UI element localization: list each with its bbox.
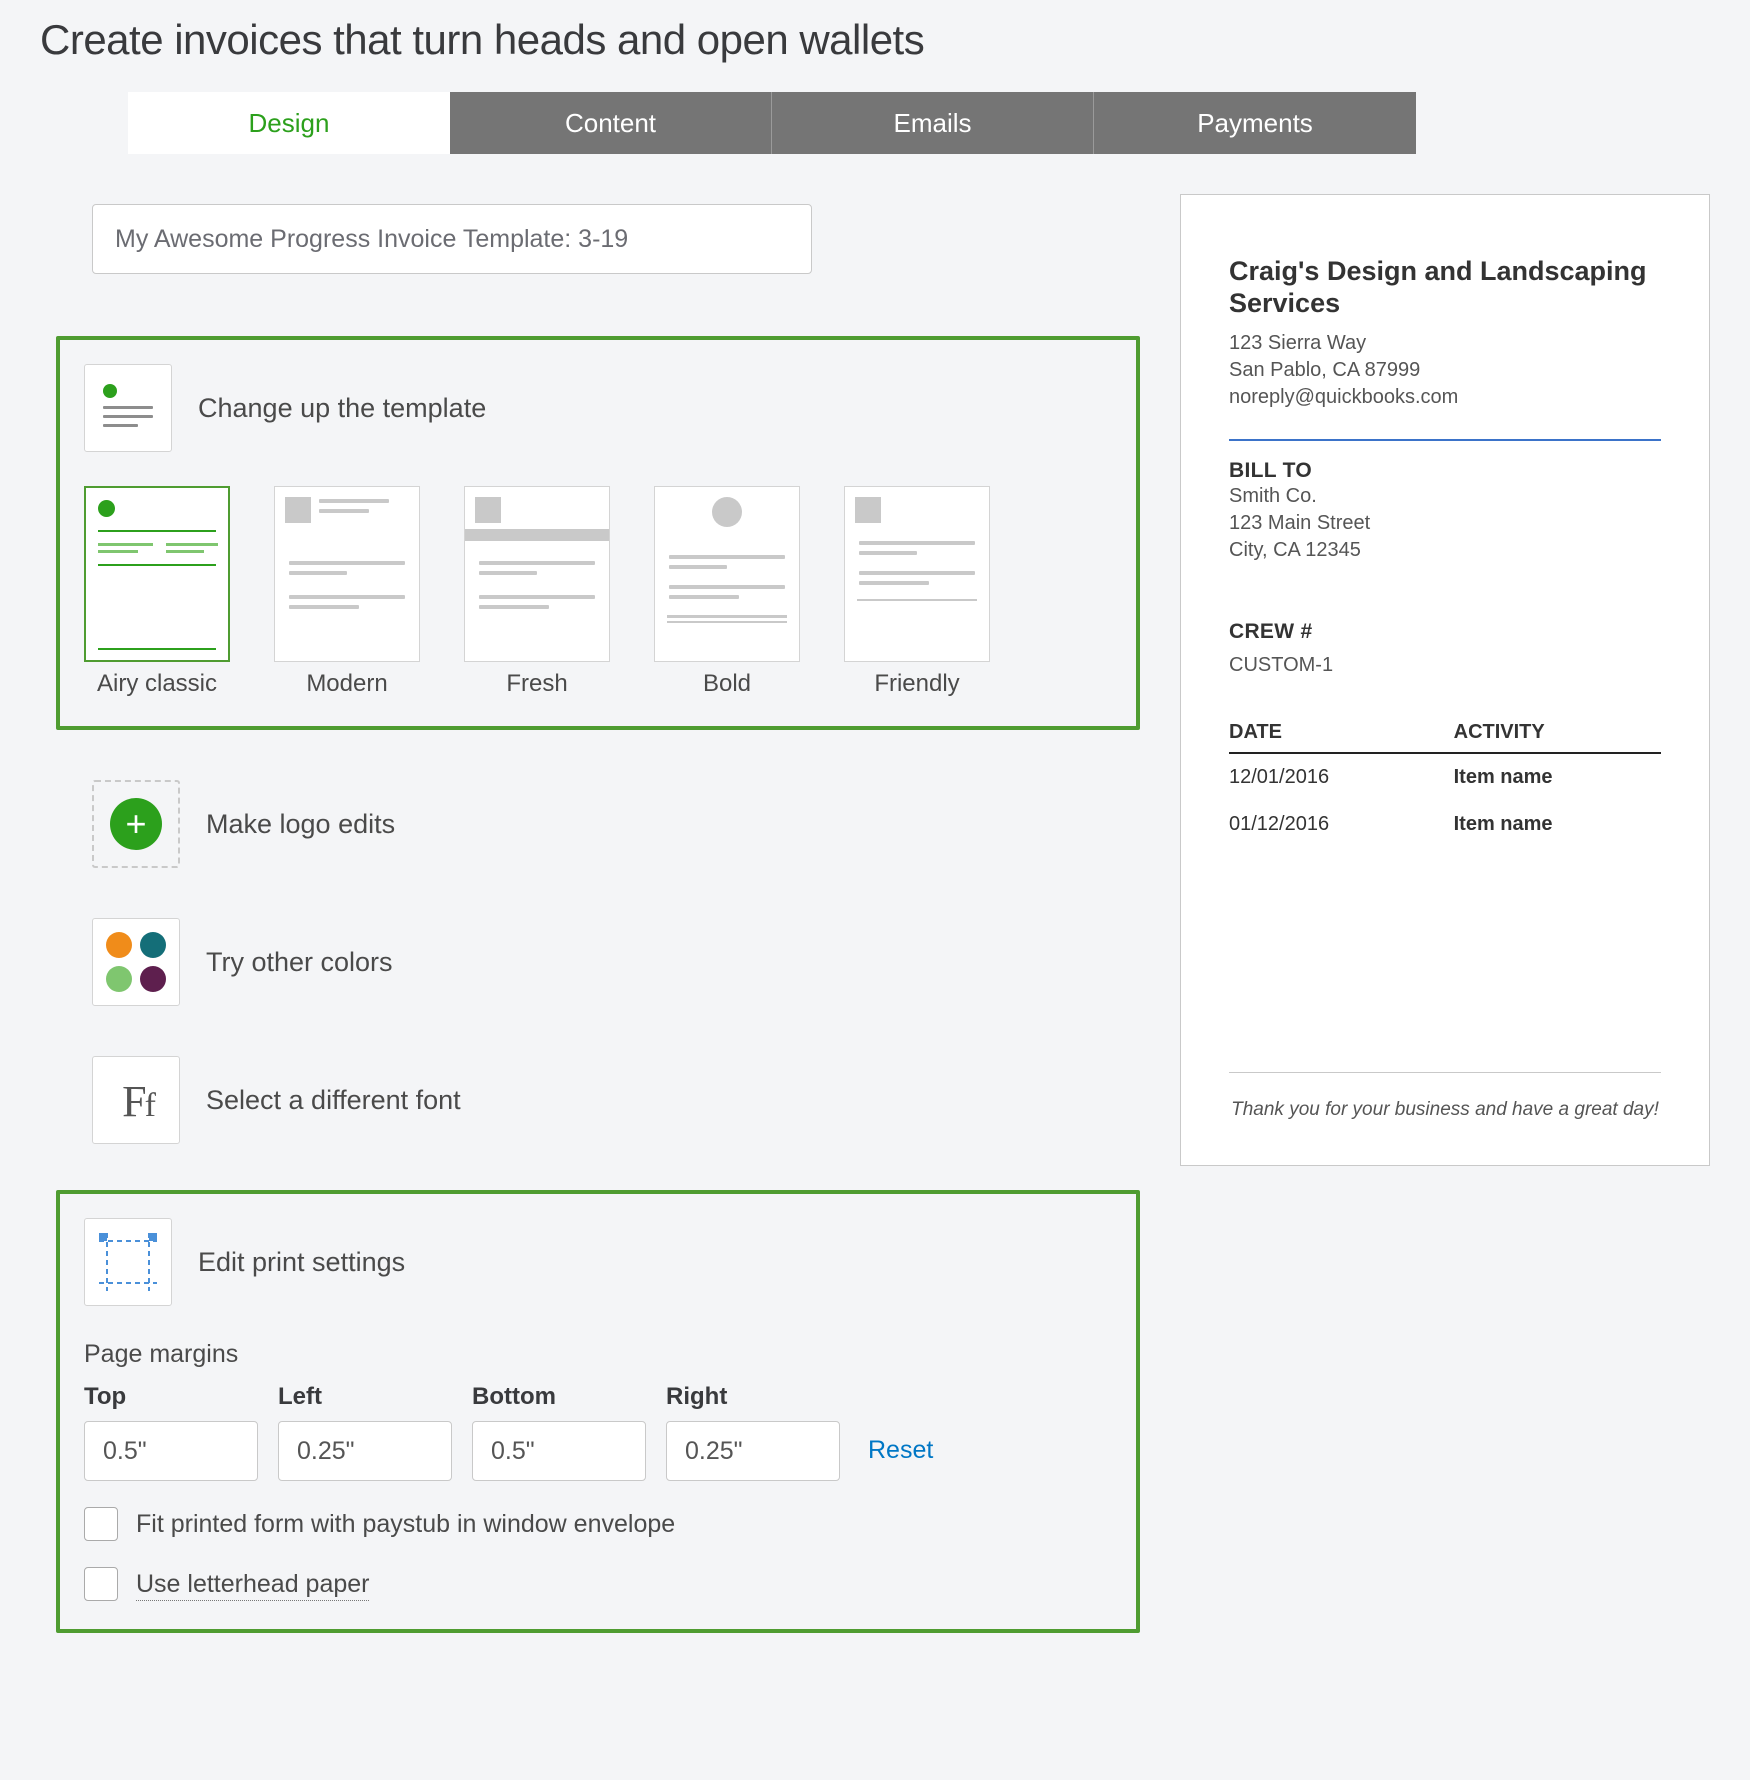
preview-line-items-table: DATE ACTIVITY 12/01/2016 Item name 01/12… [1229,713,1661,848]
margin-left-input[interactable] [278,1421,452,1481]
margin-bottom-input[interactable] [472,1421,646,1481]
tab-bar: Design Content Emails Payments [128,92,1750,154]
margins-icon [99,1233,157,1291]
margin-right-input[interactable] [666,1421,840,1481]
letterhead-label: Use letterhead paper [136,1570,369,1599]
template-option-modern[interactable] [274,486,420,662]
page-title: Create invoices that turn heads and open… [0,0,1750,92]
margin-top-input[interactable] [84,1421,258,1481]
fit-envelope-checkbox[interactable] [84,1507,118,1541]
print-settings-icon [84,1218,172,1306]
tab-design[interactable]: Design [128,92,450,154]
preview-footer-note: Thank you for your business and have a g… [1229,1099,1661,1121]
preview-address-2: San Pablo, CA 87999 [1229,357,1661,384]
preview-crew-value: CUSTOM-1 [1229,652,1661,679]
template-option-label: Fresh [506,670,567,698]
tab-payments[interactable]: Payments [1094,92,1416,154]
print-settings-panel: Edit print settings Page margins Top Lef… [56,1190,1140,1633]
font-icon: Ff [122,1076,150,1124]
template-option-bold[interactable] [654,486,800,662]
print-section-label: Edit print settings [198,1247,405,1278]
tab-content[interactable]: Content [450,92,772,154]
cell-date: 01/12/2016 [1229,801,1454,848]
table-row: 12/01/2016 Item name [1229,753,1661,801]
template-option-label: Airy classic [97,670,217,698]
logo-section-label: Make logo edits [206,809,395,840]
template-icon [84,364,172,452]
preview-company-name: Craig's Design and Landscaping Services [1229,255,1661,320]
table-row: 01/12/2016 Item name [1229,801,1661,848]
preview-billto-name: Smith Co. [1229,483,1661,510]
preview-address-1: 123 Sierra Way [1229,330,1661,357]
template-panel: Change up the template Airy classic [56,336,1140,730]
template-option-airy-classic[interactable] [84,486,230,662]
cell-activity: Item name [1454,753,1661,801]
template-option-fresh[interactable] [464,486,610,662]
colors-button[interactable] [92,918,180,1006]
col-activity: ACTIVITY [1454,713,1661,753]
col-date: DATE [1229,713,1454,753]
cell-date: 12/01/2016 [1229,753,1454,801]
template-option-label: Bold [703,670,751,698]
preview-email: noreply@quickbooks.com [1229,384,1661,411]
template-option-label: Friendly [874,670,959,698]
preview-billto-line1: 123 Main Street [1229,510,1661,537]
template-option-friendly[interactable] [844,486,990,662]
margin-left-label: Left [278,1383,452,1411]
margin-top-label: Top [84,1383,258,1411]
plus-icon: + [110,798,162,850]
page-margins-label: Page margins [84,1340,1112,1369]
preview-footer-divider [1229,1072,1661,1073]
preview-billto-label: BILL TO [1229,459,1661,483]
invoice-preview: Craig's Design and Landscaping Services … [1180,194,1710,1166]
preview-billto-line2: City, CA 12345 [1229,537,1661,564]
template-name-input[interactable] [92,204,812,274]
preview-crew-label: CREW # [1229,620,1661,644]
reset-margins-link[interactable]: Reset [868,1436,933,1481]
tab-emails[interactable]: Emails [772,92,1094,154]
template-section-label: Change up the template [198,393,486,424]
font-section-label: Select a different font [206,1085,461,1116]
template-option-label: Modern [306,670,387,698]
letterhead-checkbox[interactable] [84,1567,118,1601]
margin-right-label: Right [666,1383,840,1411]
cell-activity: Item name [1454,801,1661,848]
font-button[interactable]: Ff [92,1056,180,1144]
logo-add-button[interactable]: + [92,780,180,868]
color-swatch-icon [106,932,166,992]
preview-divider [1229,439,1661,441]
margin-bottom-label: Bottom [472,1383,646,1411]
colors-section-label: Try other colors [206,947,393,978]
fit-envelope-label: Fit printed form with paystub in window … [136,1510,675,1539]
